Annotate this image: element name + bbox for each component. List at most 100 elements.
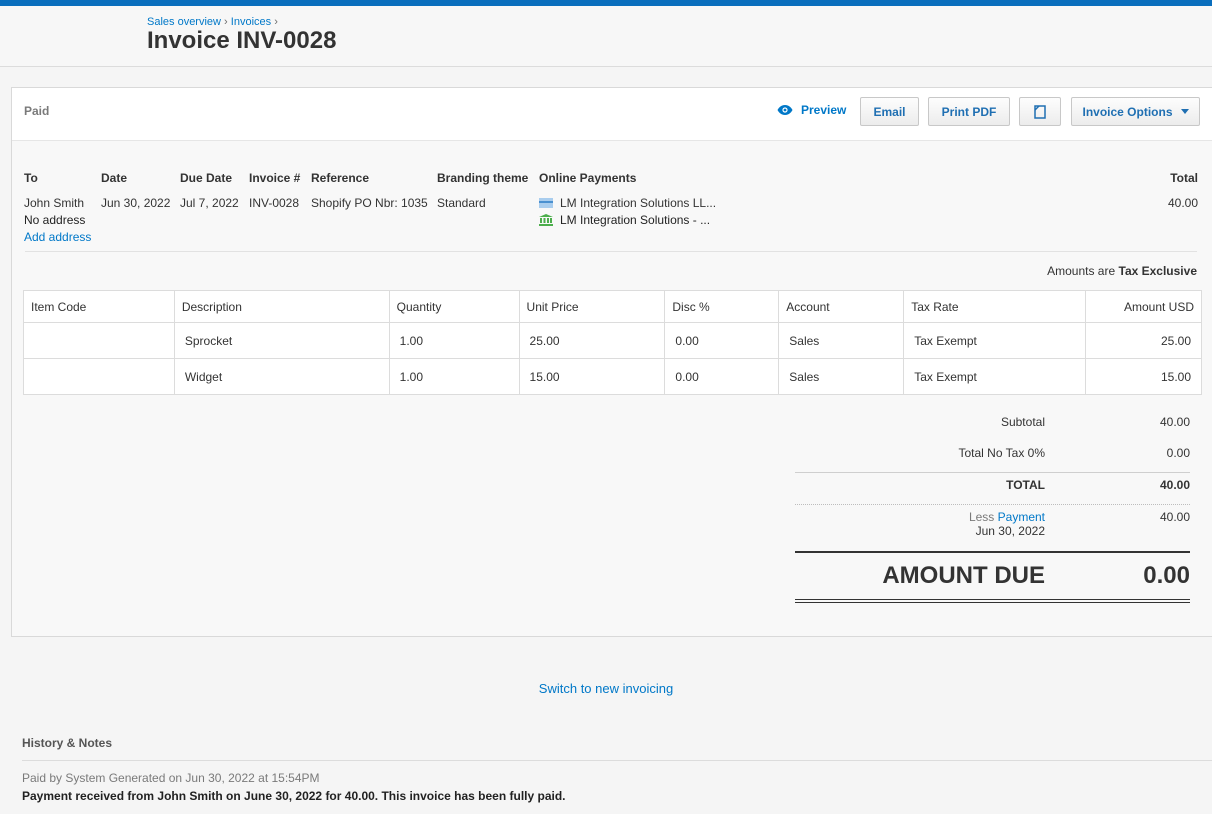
- table-cell: [23, 322, 175, 359]
- status-badge: Paid: [24, 104, 50, 118]
- info-total: Total 40.00: [1168, 171, 1198, 210]
- info-branding: Branding theme Standard: [437, 171, 528, 210]
- table-row: Sprocket 1.00 25.00 0.00 Sales Tax Exemp…: [23, 322, 1202, 359]
- date-label: Date: [101, 171, 128, 185]
- grand-total-label: TOTAL: [1006, 478, 1045, 492]
- column-header: Unit Price: [518, 290, 666, 323]
- info-to: To John Smith No address Add address: [24, 171, 91, 244]
- history-divider: [22, 760, 1212, 761]
- table-cell: 15.00: [1085, 358, 1202, 395]
- amount-due-row: AMOUNT DUE 0.00: [795, 553, 1190, 603]
- switch-invoicing-label: Switch to new invoicing: [538, 681, 674, 696]
- line-items-table: Item Code Description Quantity Unit Pric…: [23, 290, 1202, 395]
- credit-card-icon: [539, 198, 553, 208]
- table-cell: 15.00: [518, 358, 666, 395]
- due-date-value: Jul 7, 2022: [180, 196, 239, 210]
- tax-note: Amounts are Tax Exclusive: [1047, 264, 1197, 278]
- payment-amount-link[interactable]: 40.00: [1160, 510, 1190, 524]
- print-pdf-button[interactable]: Print PDF: [928, 97, 1010, 126]
- total-row: TOTAL 40.00: [795, 473, 1190, 505]
- column-header: Amount USD: [1085, 290, 1202, 323]
- info-reference: Reference Shopify PO Nbr: 1035: [311, 171, 428, 210]
- table-cell: Tax Exempt: [903, 358, 1087, 395]
- column-header: Quantity: [388, 290, 520, 323]
- table-cell: Tax Exempt: [903, 322, 1087, 359]
- date-value: Jun 30, 2022: [101, 196, 171, 210]
- tax-note-value: Tax Exclusive: [1118, 264, 1198, 278]
- contact-link[interactable]: John Smith: [24, 196, 91, 210]
- reference-label: Reference: [311, 171, 370, 185]
- copy-icon: [1034, 104, 1046, 119]
- totals-summary: Subtotal 40.00 Total No Tax 0% 0.00 TOTA…: [795, 410, 1190, 603]
- table-cell: 1.00: [388, 322, 520, 359]
- history-title: History & Notes: [22, 736, 113, 750]
- email-button[interactable]: Email: [860, 97, 919, 126]
- preview-label: Preview: [801, 103, 847, 117]
- history-note: Payment received from John Smith on June…: [22, 789, 566, 803]
- total-value: 40.00: [1167, 196, 1198, 210]
- branding-label: Branding theme: [437, 171, 529, 185]
- table-cell: Widget: [173, 358, 390, 395]
- table-row: Widget 1.00 15.00 0.00 Sales Tax Exempt …: [23, 358, 1202, 395]
- payment-link[interactable]: Payment: [998, 510, 1045, 524]
- invoice-options-label: Invoice Options: [1082, 104, 1173, 119]
- table-cell: 0.00: [664, 322, 780, 359]
- total-label: Total: [1170, 171, 1198, 185]
- column-header: Description: [173, 290, 390, 323]
- table-cell: Sales: [778, 322, 905, 359]
- eye-icon: [777, 105, 793, 115]
- payment-date: Jun 30, 2022: [975, 524, 1045, 538]
- payment-label: Less Payment Jun 30, 2022: [969, 510, 1045, 538]
- online-payment-bank: LM Integration Solutions - ...: [539, 213, 716, 227]
- online-payment-card-name: LM Integration Solutions LL...: [560, 196, 717, 210]
- switch-invoicing-link[interactable]: Switch to new invoicing: [0, 681, 1212, 696]
- subtotal-row: Subtotal 40.00: [795, 410, 1190, 441]
- divider: [25, 251, 1197, 252]
- contact-address: No address: [24, 213, 86, 227]
- invoice-options-button[interactable]: Invoice Options: [1071, 97, 1200, 126]
- page-title: Invoice INV-0028: [147, 27, 337, 54]
- less-label: Less: [968, 510, 995, 524]
- column-header: Item Code: [23, 290, 175, 323]
- due-date-label: Due Date: [180, 171, 233, 185]
- no-tax-label: Total No Tax 0%: [958, 446, 1046, 460]
- online-payment-card: LM Integration Solutions LL...: [539, 196, 716, 210]
- to-label: To: [24, 171, 38, 185]
- add-address-link[interactable]: Add address: [24, 230, 91, 244]
- table-header-row: Item Code Description Quantity Unit Pric…: [23, 290, 1202, 323]
- column-header: Disc %: [664, 290, 780, 323]
- page-header: Sales overview › Invoices › Invoice INV-…: [0, 6, 1212, 67]
- table-cell: 25.00: [518, 322, 666, 359]
- payment-row: Less Payment Jun 30, 2022 40.00: [795, 505, 1190, 553]
- info-online-payments: Online Payments LM Integration Solutions…: [539, 171, 716, 227]
- subtotal-label: Subtotal: [1000, 415, 1045, 429]
- reference-value: Shopify PO Nbr: 1035: [311, 196, 428, 210]
- grand-total-value: 40.00: [1159, 478, 1190, 492]
- table-cell: [23, 358, 175, 395]
- invoice-number-value: INV-0028: [249, 196, 300, 210]
- copy-button[interactable]: [1019, 97, 1061, 126]
- column-header: Tax Rate: [903, 290, 1087, 323]
- invoice-panel: Paid Preview Email Print PDF Invoice Opt…: [11, 87, 1212, 637]
- branding-value: Standard: [437, 196, 486, 210]
- chevron-down-icon: [1180, 109, 1189, 114]
- no-tax-value: 0.00: [1166, 446, 1190, 460]
- preview-button[interactable]: Preview: [777, 103, 846, 117]
- bank-icon: [539, 214, 553, 226]
- subtotal-value: 40.00: [1159, 415, 1190, 429]
- tax-note-prefix: Amounts are: [1047, 264, 1116, 278]
- table-cell: 0.00: [664, 358, 780, 395]
- table-cell: 1.00: [388, 358, 520, 395]
- info-due-date: Due Date Jul 7, 2022: [180, 171, 239, 210]
- info-date: Date Jun 30, 2022: [101, 171, 170, 210]
- amount-due-value: 0.00: [1143, 562, 1190, 589]
- column-header: Account: [778, 290, 905, 323]
- online-payments-label: Online Payments: [539, 171, 637, 185]
- amount-due-label: AMOUNT DUE: [882, 562, 1045, 589]
- table-cell: Sprocket: [173, 322, 390, 359]
- table-cell: Sales: [778, 358, 905, 395]
- info-invoice-number: Invoice # INV-0028: [249, 171, 300, 210]
- invoice-toolbar: Paid Preview Email Print PDF Invoice Opt…: [12, 88, 1212, 141]
- table-cell: 25.00: [1085, 322, 1202, 359]
- invoice-number-label: Invoice #: [249, 171, 301, 185]
